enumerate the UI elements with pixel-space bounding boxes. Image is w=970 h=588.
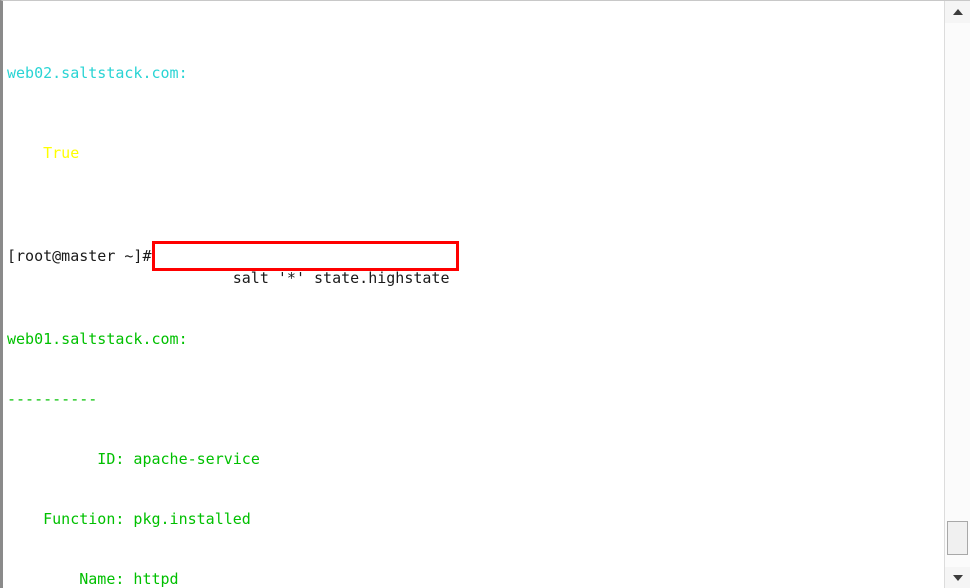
shell-prompt: [root@master ~]# [7,247,152,265]
output-line: web01.saltstack.com: [7,330,188,348]
output-line: web02.saltstack.com: [7,64,188,82]
output-separator: ---------- [7,390,98,408]
command-highlight-box: salt '*' state.highstate [151,241,459,287]
output-line: Name: httpd [7,570,179,588]
output-line: True [7,144,80,162]
output-line: Function: pkg.installed [7,510,251,528]
scrollbar-track[interactable] [945,23,970,567]
triangle-up-icon [952,9,963,15]
triangle-down-icon [952,575,963,581]
terminal-window[interactable]: web02.saltstack.com: True [root@master ~… [0,0,970,588]
scroll-down-button[interactable] [945,567,970,588]
scroll-up-button[interactable] [945,1,970,23]
command-text[interactable]: salt '*' state.highstate [233,269,450,287]
scrollbar-thumb[interactable] [947,521,968,555]
terminal-output-area[interactable]: web02.saltstack.com: True [root@master ~… [3,1,947,588]
vertical-scrollbar[interactable] [944,1,970,588]
output-line: ID: apache-service [7,450,260,468]
command-prompt-line[interactable]: [root@master ~]# salt '*' state.highstat… [7,241,947,287]
